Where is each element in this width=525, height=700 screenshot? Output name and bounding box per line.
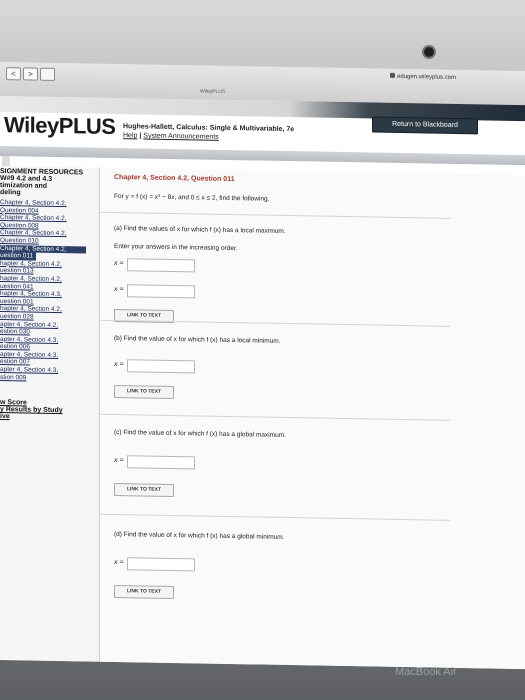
app-header: Return to Blackboard WileyPLUS Hughes-Ha… bbox=[0, 96, 525, 176]
part-d-text: (d) Find the value of x for which f (x) … bbox=[114, 530, 285, 541]
url-text: edugen.wileyplus.com bbox=[397, 73, 457, 81]
part-b-x-label: x = bbox=[114, 360, 124, 369]
link-separator: | bbox=[139, 132, 142, 140]
help-link[interactable]: Help bbox=[123, 132, 137, 139]
part-c-link-to-text-button[interactable]: LINK TO TEXT bbox=[114, 482, 174, 498]
wileyplus-logo: WileyPLUS bbox=[4, 112, 116, 140]
part-a-text: (a) Find the values of x for which f (x)… bbox=[114, 224, 286, 235]
part-a-answer-1[interactable] bbox=[127, 258, 195, 273]
part-a: (a) Find the values of x for which f (x)… bbox=[100, 211, 450, 327]
part-c-answer[interactable] bbox=[127, 455, 195, 470]
forward-button[interactable]: > bbox=[23, 67, 38, 81]
back-button[interactable]: < bbox=[6, 67, 21, 81]
order-note: Enter your answers in the increasing ord… bbox=[114, 242, 238, 253]
part-d-link-to-text-button[interactable]: LINK TO TEXT bbox=[114, 584, 174, 600]
results-by-study-link-sub[interactable]: ive bbox=[0, 413, 96, 422]
part-b-link-to-text-button[interactable]: LINK TO TEXT bbox=[114, 384, 174, 400]
sidebar-toggle-icon[interactable] bbox=[40, 67, 55, 81]
question-title: Chapter 4, Section 4.2, Question 011 bbox=[114, 173, 235, 184]
address-bar[interactable]: edugen.wileyplus.com bbox=[390, 72, 457, 81]
screen: < > edugen.wileyplus.com WileyPLUS Retur… bbox=[0, 62, 525, 670]
header-divider bbox=[0, 146, 525, 166]
part-b-text: (b) Find the value of x for which f (x) … bbox=[114, 334, 281, 345]
question-panel: Chapter 4, Section 4.2, Question 011 For… bbox=[99, 167, 525, 670]
macbook-air-label: MacBook Air bbox=[395, 666, 457, 678]
nav-buttons: < > bbox=[6, 67, 55, 81]
part-d-answer[interactable] bbox=[127, 557, 195, 572]
collapse-handle[interactable] bbox=[2, 156, 10, 167]
question-statement: For y = f (x) = x³ − 8x, and 0 ≤ x ≤ 2, … bbox=[114, 192, 270, 203]
system-announcements-link[interactable]: System Announcements bbox=[143, 133, 219, 141]
part-d: (d) Find the value of x for which f (x) … bbox=[100, 513, 450, 621]
part-b-answer[interactable] bbox=[127, 359, 195, 374]
assignment-sidebar: SIGNMENT RESOURCES W#9 4.2 and 4.3 timiz… bbox=[0, 166, 96, 662]
part-b: (b) Find the value of x for which f (x) … bbox=[100, 319, 450, 421]
tab-title[interactable]: WileyPLUS bbox=[200, 88, 225, 94]
part-c-x-label: x = bbox=[114, 456, 124, 465]
webcam bbox=[424, 47, 434, 57]
return-to-blackboard-button[interactable]: Return to Blackboard bbox=[372, 116, 478, 135]
part-a-answer-2[interactable] bbox=[127, 284, 195, 299]
part-d-x-label: x = bbox=[114, 558, 124, 567]
header-links: Help | System Announcements bbox=[123, 132, 219, 141]
part-a-x-label-2: x = bbox=[114, 285, 124, 294]
part-c-text: (c) Find the value of x for which f (x) … bbox=[114, 428, 286, 439]
part-a-x-label-1: x = bbox=[114, 259, 124, 268]
part-c: (c) Find the value of x for which f (x) … bbox=[100, 413, 450, 521]
lock-icon bbox=[390, 72, 395, 78]
